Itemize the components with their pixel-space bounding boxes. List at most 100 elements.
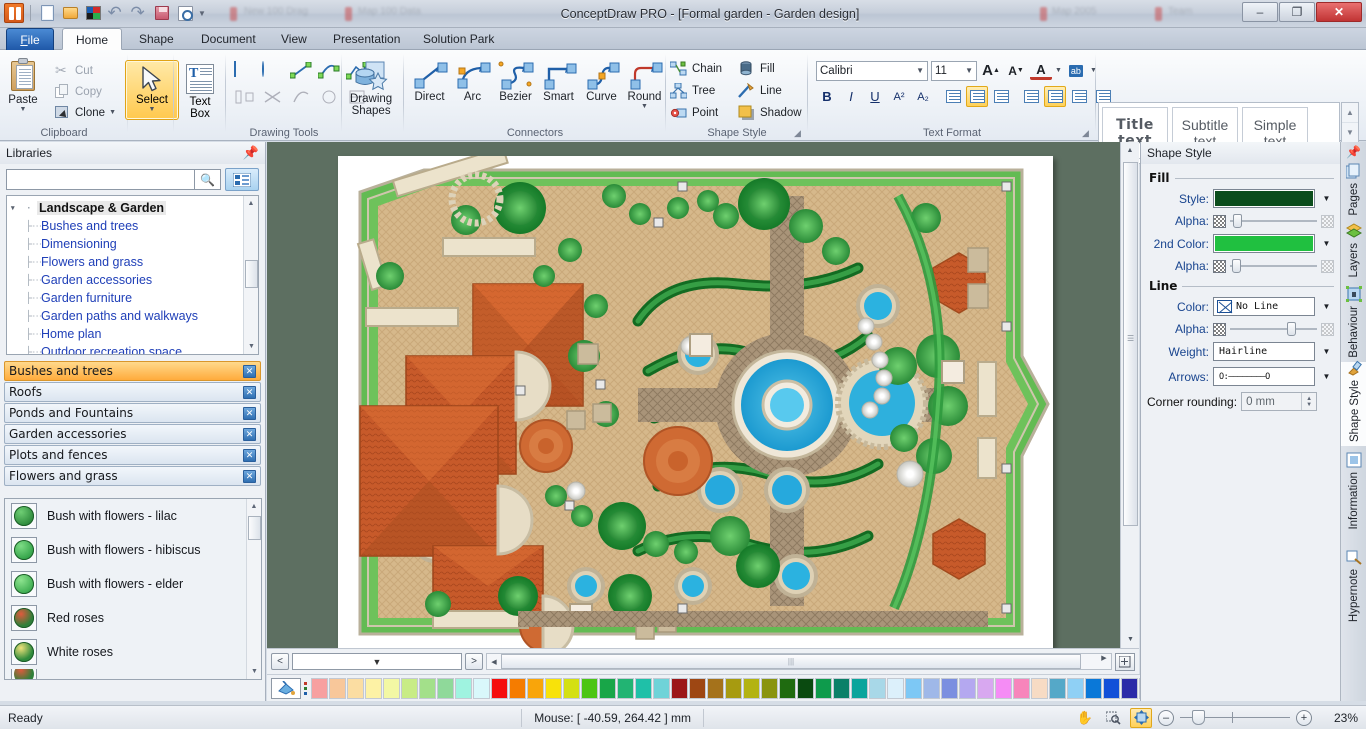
tree-node-garden-furniture[interactable]: ├⋯ Garden furniture	[11, 289, 258, 307]
shadow-button[interactable]: Shadow	[738, 102, 802, 124]
align-left-button[interactable]	[942, 86, 964, 107]
vtab-hypernote[interactable]: Hypernote	[1341, 534, 1366, 626]
select-tool-button[interactable]: Select ▼	[125, 60, 179, 120]
spinner-icon[interactable]: ▲ ▼	[1301, 393, 1316, 410]
search-input[interactable]	[6, 169, 195, 190]
color-swatch-33[interactable]	[905, 677, 922, 699]
color-swatch-40[interactable]	[1031, 677, 1048, 699]
color-swatch-42[interactable]	[1067, 677, 1084, 699]
align-middle-button[interactable]	[1044, 86, 1066, 107]
color-swatch-11[interactable]	[509, 677, 526, 699]
library-tab-plots-and-fences[interactable]: Plots and fences ✕	[4, 445, 261, 465]
connector-bezier-button[interactable]: Bezier	[494, 60, 537, 110]
color-swatch-1[interactable]	[329, 677, 346, 699]
vtab-behaviour[interactable]: Behaviour	[1341, 282, 1366, 362]
scroll-thumb[interactable]	[245, 260, 258, 288]
color-swatches[interactable]	[311, 677, 1210, 699]
tree-node-flowers-and-grass[interactable]: ├⋯ Flowers and grass	[11, 253, 258, 271]
drawing-shapes-button[interactable]: Drawing Shapes	[350, 60, 392, 117]
color-swatch-45[interactable]	[1121, 677, 1138, 699]
fit-to-window-button[interactable]	[1115, 652, 1135, 671]
color-swatch-37[interactable]	[977, 677, 994, 699]
page-selector[interactable]: ▼	[292, 653, 462, 670]
color-swatch-0[interactable]	[311, 677, 328, 699]
close-button[interactable]: ✕	[1316, 2, 1362, 22]
color-swatch-36[interactable]	[959, 677, 976, 699]
color-swatch-28[interactable]	[815, 677, 832, 699]
library-tab-bushes-and-trees[interactable]: Bushes and trees ✕	[4, 361, 261, 381]
color-swatch-29[interactable]	[833, 677, 850, 699]
color-swatch-4[interactable]	[383, 677, 400, 699]
chevron-down-icon[interactable]: ▼	[20, 106, 27, 113]
tree-node-dimensioning[interactable]: ├⋯ Dimensioning	[11, 235, 258, 253]
tab-presentation[interactable]: Presentation	[320, 28, 413, 50]
list-item[interactable]: Bush with flowers - lilac	[5, 499, 261, 533]
line-button[interactable]: Line	[738, 80, 802, 102]
chevron-down-icon[interactable]: ▼	[1319, 367, 1334, 386]
list-item-partial[interactable]	[5, 669, 261, 679]
color-swatch-6[interactable]	[419, 677, 436, 699]
color-swatch-24[interactable]	[743, 677, 760, 699]
chevron-down-icon[interactable]: ▼	[916, 66, 924, 75]
list-item[interactable]: Red roses	[5, 601, 261, 635]
library-tab-garden-accessories[interactable]: Garden accessories ✕	[4, 424, 261, 444]
color-swatch-8[interactable]	[455, 677, 472, 699]
vtab-information[interactable]: Information	[1341, 446, 1366, 534]
color-swatch-25[interactable]	[761, 677, 778, 699]
color-swatch-23[interactable]	[725, 677, 742, 699]
chevron-down-icon[interactable]: ▼	[109, 109, 116, 116]
shape-style-dialog-launcher-icon[interactable]: ◢	[794, 128, 804, 138]
connector-arc-button[interactable]: Arc	[451, 60, 494, 110]
color-swatch-22[interactable]	[707, 677, 724, 699]
scroll-up-icon[interactable]: ▲	[244, 196, 258, 211]
font-family-select[interactable]: Calibri ▼	[816, 60, 928, 81]
color-swatch-13[interactable]	[545, 677, 562, 699]
chevron-down-icon[interactable]: ▼	[1319, 297, 1334, 316]
search-icon[interactable]: 🔍	[195, 169, 221, 190]
scroll-down-icon[interactable]: ▼	[244, 339, 258, 354]
color-swatch-27[interactable]	[797, 677, 814, 699]
color-swatch-20[interactable]	[671, 677, 688, 699]
previous-page-button[interactable]: <	[271, 653, 289, 670]
fill-button[interactable]: Fill	[738, 58, 802, 80]
scroll-down-icon[interactable]: ▼	[247, 664, 261, 679]
second-alpha-slider[interactable]	[1230, 259, 1317, 273]
zoom-in-button[interactable]: +	[1296, 709, 1312, 726]
tab-solution-park[interactable]: Solution Park	[410, 28, 507, 50]
rectangle-tool-icon[interactable]	[234, 61, 256, 82]
subscript-button[interactable]: A₂	[912, 86, 934, 107]
library-shape-list[interactable]: Bush with flowers - lilac Bush with flow…	[4, 498, 262, 680]
pin-icon[interactable]: 📌	[243, 145, 259, 161]
shape-list-scrollbar[interactable]: ▲ ▼	[246, 499, 261, 679]
line-tool-icon[interactable]	[289, 61, 312, 82]
tree-node-outdoor-recreation[interactable]: ├⋯ Outdoor recreation space	[11, 343, 258, 354]
fill-alpha-slider[interactable]	[1230, 214, 1317, 228]
color-swatch-12[interactable]	[527, 677, 544, 699]
superscript-button[interactable]: A²	[888, 86, 910, 107]
chevron-down-icon[interactable]: ▼	[1055, 67, 1062, 74]
align-top-button[interactable]	[1020, 86, 1042, 107]
library-tree[interactable]: ▾ · Landscape & Garden ├⋯ Bushes and tree…	[6, 195, 259, 355]
zoom-icon[interactable]	[1102, 708, 1124, 728]
scroll-up-icon[interactable]: ▲	[1121, 142, 1139, 159]
color-swatch-38[interactable]	[995, 677, 1012, 699]
canvas-vertical-scrollbar[interactable]: ▲ ☰ ▼	[1120, 142, 1139, 648]
library-tree-scrollbar[interactable]: ▲ ▼	[243, 196, 258, 354]
library-tab-flowers-and-grass[interactable]: Flowers and grass ✕	[4, 466, 261, 486]
line-weight-select[interactable]: Hairline	[1213, 342, 1315, 361]
chevron-down-icon[interactable]: ▼	[149, 106, 156, 113]
color-swatch-14[interactable]	[563, 677, 580, 699]
highlight-button[interactable]: ab	[1065, 60, 1087, 81]
undo-icon[interactable]: ↶	[106, 3, 126, 23]
font-size-select[interactable]: 11 ▼	[931, 60, 977, 81]
color-swatch-43[interactable]	[1085, 677, 1102, 699]
expand-triangle-icon[interactable]: ▾	[11, 204, 21, 212]
arc-tool-icon[interactable]	[317, 62, 340, 82]
cut-button[interactable]: Cut	[55, 60, 116, 81]
align-center-button[interactable]	[966, 86, 988, 107]
chevron-down-icon[interactable]: ▼	[965, 66, 973, 75]
gallery-scroll-down-icon[interactable]: ▼	[1342, 123, 1358, 143]
tree-node-bushes-and-trees[interactable]: ├⋯ Bushes and trees	[11, 217, 258, 235]
align-bottom-button[interactable]	[1068, 86, 1090, 107]
connector-round-button[interactable]: Round ▼	[623, 60, 666, 110]
